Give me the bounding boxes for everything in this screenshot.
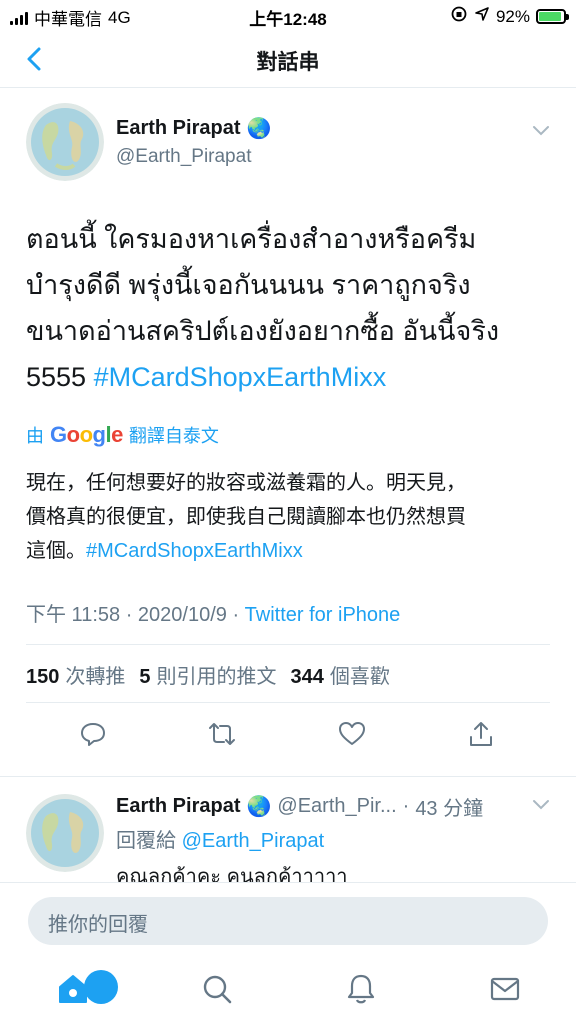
divider [26,644,550,645]
heart-icon[interactable] [338,720,366,748]
tweet-text-line: บำรุงดีดี พรุ่งนี้เจอกันนนน ราคาถูกจริง [26,270,471,300]
translated-line: 價格真的很便宜，即使我自己閱讀腳本也仍然想買 [26,506,466,528]
tweet-time: 下午 11:58 [26,604,121,626]
reply-header: Earth Pirapat 🌏 @Earth_Pir... · 43 分鐘 [116,792,483,821]
reply-to-label: 回覆給 [116,830,176,852]
share-icon[interactable] [467,720,495,748]
reply-input[interactable]: 推你的回覆 [28,897,548,945]
translated-line: 現在，任何想要好的妝容或滋養霜的人。明天見， [26,472,466,494]
tweet-meta: 下午 11:58 · 2020/10/9 · Twitter for iPhon… [26,598,400,627]
author-name-text[interactable]: Earth Pirapat [116,117,240,140]
reply-to-handle-link[interactable]: @Earth_Pirapat [182,830,325,852]
reply-author-name[interactable]: Earth Pirapat [116,795,240,818]
translate-by-label: 由 [26,426,44,446]
retweets-label: 次轉推 [65,666,126,688]
chevron-down-icon[interactable] [532,798,550,810]
tweet-date: 2020/10/9 [137,604,227,626]
author-name[interactable]: Earth Pirapat 🌏 [116,116,271,141]
divider [26,702,550,703]
orientation-lock-icon [450,5,468,28]
quotes-label: 則引用的推文 [156,666,277,688]
translation-attribution[interactable]: 由 Google 翻譯自泰文 [26,422,219,448]
status-bar: 中華電信 4G 上午12:48 92% [0,0,576,32]
tweet-text-line: 5555 #MCardShopxEarthMixx [26,354,556,400]
tweet-text-line: ตอนนี้ ใครมองหาเครื่องสำอางหรือครีม [26,224,477,254]
tweet-text: ตอนนี้ ใครมองหาเครื่องสำอางหรือครีม บำรุ… [26,216,556,400]
quotes-count: 5 [139,666,151,688]
likes-label: 個喜歡 [329,666,390,688]
reply-text: คุณลูกค้าคะ คุนลูกค้าาาาา [116,866,348,882]
navigation-header: 對話串 [0,32,576,88]
retweets-stat[interactable]: 150 次轉推 [26,660,125,689]
retweet-icon[interactable] [208,720,236,748]
translated-text: 現在，任何想要好的妝容或滋養霜的人。明天見， 價格真的很便宜，即使我自己閱讀腳本… [26,466,556,568]
meta-separator: · [125,604,138,626]
reply-author-handle[interactable]: @Earth_Pir... [277,795,396,818]
reply-time: 43 分鐘 [415,798,484,820]
globe-emoji-icon: 🌏 [246,118,272,140]
google-logo: Google [50,422,123,447]
reply-to: 回覆給 @Earth_Pirapat [116,824,324,853]
avatar[interactable] [26,103,104,181]
globe-emoji-icon: 🌏 [246,796,272,818]
retweets-count: 150 [26,666,60,688]
translate-label[interactable]: 翻譯自泰文 [129,422,219,448]
tweet-text-line: ขนาดอ่านสคริปต์เองยังอยากซื้อ อันนี้จริง [26,316,500,346]
reply-composer: 推你的回覆 [0,882,576,958]
tweet-source-link[interactable]: Twitter for iPhone [245,604,401,626]
status-bar-right: 92% [450,5,569,28]
section-divider [0,776,576,777]
bell-icon[interactable] [344,972,378,1006]
location-icon [474,6,490,27]
translated-hashtag-link[interactable]: #MCardShopxEarthMixx [86,540,303,562]
mail-icon[interactable] [488,972,522,1006]
meta-separator: · [232,604,245,626]
meta-separator: · [402,795,410,817]
battery-icon [536,9,569,24]
quotes-stat[interactable]: 5 則引用的推文 [139,660,276,689]
home-notification-dot [84,970,118,1004]
hashtag-link[interactable]: #MCardShopxEarthMixx [94,362,387,392]
reply-avatar[interactable] [26,794,104,872]
chevron-down-icon[interactable] [532,124,550,136]
battery-percent: 92% [495,6,530,26]
translated-line-text: 這個。 [26,540,86,562]
likes-stat[interactable]: 344 個喜歡 [291,660,390,689]
tab-bar [0,958,576,1024]
engagement-stats: 150 次轉推 5 則引用的推文 344 個喜歡 [26,660,390,689]
author-handle[interactable]: @Earth_Pirapat [116,146,251,168]
tweet-actions [0,720,576,750]
search-icon[interactable] [200,972,234,1006]
reply-icon[interactable] [79,720,107,748]
likes-count: 344 [290,666,324,688]
translated-line: 這個。#MCardShopxEarthMixx [26,534,556,568]
page-title: 對話串 [256,51,320,74]
tweet-text-prefix: 5555 [26,362,94,392]
